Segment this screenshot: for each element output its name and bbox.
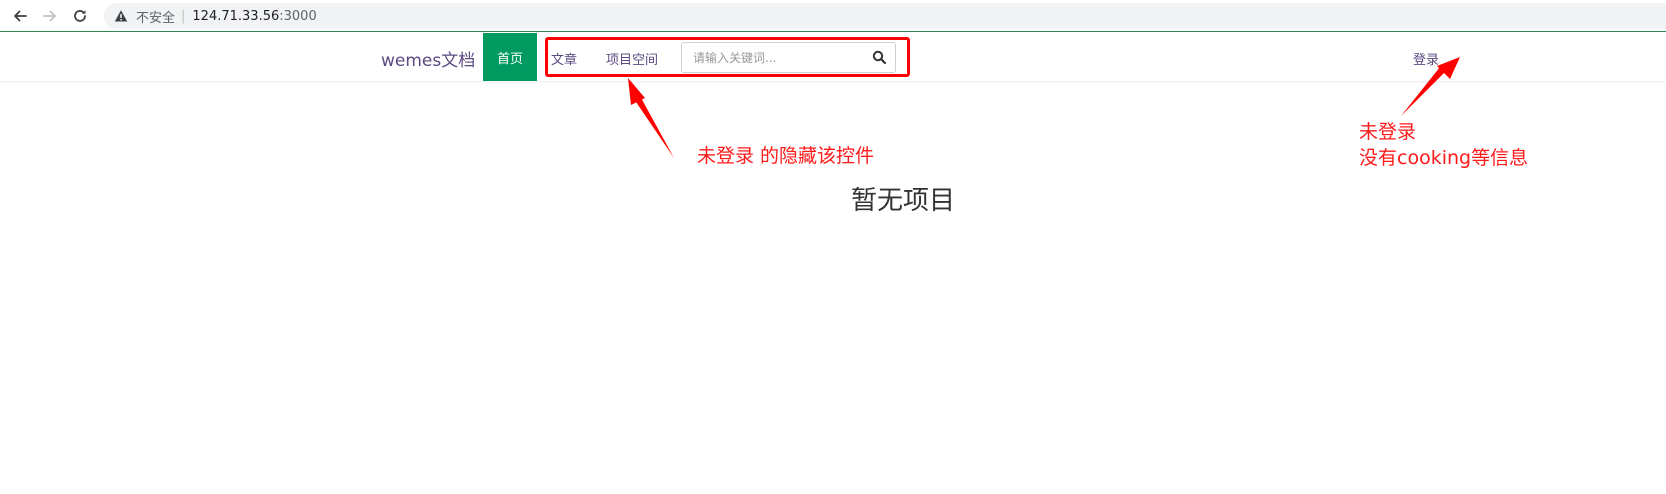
annotation-not-logged-in: 未登录 [1359, 121, 1417, 143]
arrow-right-icon [43, 10, 56, 22]
login-link[interactable]: 登录 [1413, 49, 1439, 68]
insecure-label[interactable]: 不安全 [136, 7, 175, 26]
empty-projects-message: 暂无项目 [851, 186, 956, 216]
nav-project-space-link[interactable]: 项目空间 [606, 49, 658, 68]
back-button[interactable] [10, 6, 30, 26]
search-input[interactable] [682, 43, 862, 72]
search-icon[interactable] [872, 50, 887, 65]
reload-icon [74, 10, 86, 22]
warning-icon [114, 9, 128, 23]
forward-button[interactable] [40, 6, 60, 26]
arrow-left-icon [14, 10, 27, 22]
reload-button[interactable] [70, 6, 90, 26]
url-host: 124.71.33.56 [192, 8, 280, 24]
search-box [681, 42, 896, 73]
annotation-hidden-controls: 未登录 的隐藏该控件 [697, 145, 875, 167]
annotation-no-cookie-info: 没有cooking等信息 [1359, 147, 1529, 169]
url-port: :3000 [279, 8, 317, 24]
browser-toolbar: 不安全 | 124.71.33.56:3000 [0, 0, 1666, 32]
arrow-to-controls [628, 78, 674, 158]
address-separator: | [181, 8, 186, 24]
site-header: wemes文档 首页 文章 项目空间 登录 [0, 33, 1666, 81]
address-bar[interactable]: 不安全 | 124.71.33.56:3000 [104, 3, 1666, 29]
nav-home-tab[interactable]: 首页 [483, 33, 537, 81]
brand-logo[interactable]: wemes文档 [381, 46, 475, 71]
nav-articles-link[interactable]: 文章 [551, 49, 577, 68]
